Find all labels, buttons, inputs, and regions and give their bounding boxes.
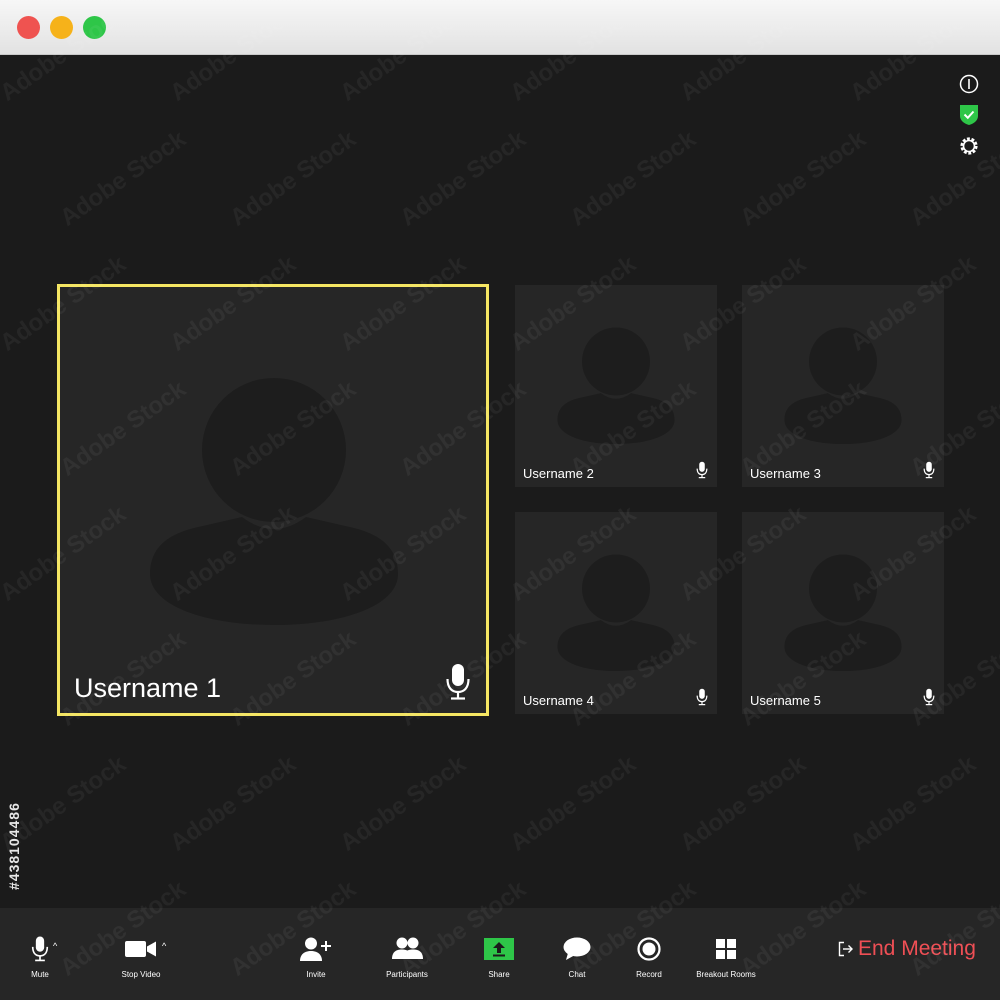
video-camera-icon: [125, 934, 157, 964]
chat-label: Chat: [568, 970, 586, 979]
participants-icon: [390, 934, 424, 964]
security-shield-icon[interactable]: [957, 103, 981, 127]
microphone-icon[interactable]: [696, 688, 708, 706]
mute-label: Mute: [31, 970, 49, 979]
participant-name: Username 4: [523, 693, 594, 708]
participants-label: Participants: [386, 970, 428, 979]
minimize-window-button[interactable]: [50, 16, 73, 39]
add-user-icon: [300, 934, 332, 964]
end-meeting-label: End Meeting: [858, 937, 976, 960]
meeting-info-icons: [957, 72, 981, 165]
record-icon: [637, 934, 661, 964]
microphone-icon[interactable]: [923, 461, 935, 479]
microphone-icon[interactable]: [923, 688, 935, 706]
microphone-icon: [31, 934, 49, 964]
invite-button[interactable]: Invite: [298, 908, 334, 1000]
record-button[interactable]: Record: [631, 908, 667, 1000]
chat-bubble-icon: [563, 934, 591, 964]
avatar-placeholder-icon: [784, 554, 902, 672]
breakout-rooms-grid-icon: [716, 934, 736, 964]
stop-video-button[interactable]: Stop Video: [115, 908, 167, 1000]
participant-tile[interactable]: Username 4: [515, 512, 717, 714]
avatar-placeholder-icon: [557, 327, 675, 445]
microphone-icon[interactable]: [445, 663, 471, 701]
info-icon[interactable]: [957, 72, 981, 96]
share-screen-icon: [484, 934, 514, 964]
stock-image-id: #438104486: [6, 802, 22, 890]
participant-name: Username 5: [750, 693, 821, 708]
microphone-icon[interactable]: [696, 461, 708, 479]
participant-name: Username 1: [74, 673, 222, 703]
settings-gear-icon[interactable]: [957, 134, 981, 158]
record-label: Record: [636, 970, 662, 979]
participants-button[interactable]: Participants: [382, 908, 432, 1000]
chat-button[interactable]: Chat: [560, 908, 594, 1000]
close-window-button[interactable]: [17, 16, 40, 39]
stop-video-label: Stop Video: [121, 970, 161, 979]
audio-options-chevron-icon[interactable]: ^: [53, 941, 57, 951]
participant-name: Username 2: [523, 466, 594, 481]
participant-tile[interactable]: Username 5: [742, 512, 944, 714]
participant-tile-main[interactable]: Username 1: [57, 284, 489, 716]
avatar-placeholder-icon: [784, 327, 902, 445]
avatar-placeholder-icon: [557, 554, 675, 672]
participant-tile[interactable]: Username 3: [742, 285, 944, 487]
mute-button[interactable]: Mute: [22, 908, 58, 1000]
avatar-placeholder-icon: [150, 378, 398, 625]
video-options-chevron-icon[interactable]: ^: [162, 941, 166, 951]
window-titlebar: [0, 0, 1000, 55]
exit-arrow-icon: [838, 941, 853, 957]
invite-label: Invite: [306, 970, 326, 979]
share-screen-button[interactable]: Share: [480, 908, 518, 1000]
maximize-window-button[interactable]: [83, 16, 106, 39]
participant-name: Username 3: [750, 466, 821, 481]
breakout-rooms-button[interactable]: Breakout Rooms: [695, 908, 757, 1000]
end-meeting-button[interactable]: End Meeting: [838, 937, 976, 961]
breakout-rooms-label: Breakout Rooms: [696, 970, 756, 979]
share-label: Share: [488, 970, 510, 979]
participant-tile[interactable]: Username 2: [515, 285, 717, 487]
